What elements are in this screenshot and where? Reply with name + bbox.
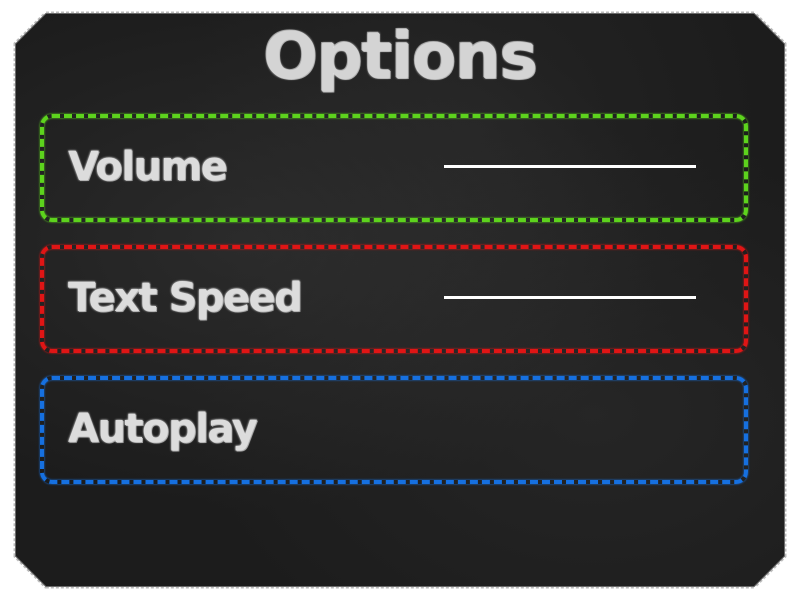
- volume-label: Volume: [68, 144, 228, 190]
- option-row-autoplay[interactable]: Autoplay: [40, 376, 748, 484]
- volume-slider[interactable]: [444, 162, 696, 172]
- text-speed-slider[interactable]: [444, 293, 696, 303]
- options-title: Options: [263, 20, 537, 94]
- text-speed-label: Text Speed: [68, 275, 303, 321]
- options-screen: Options Volume Text Speed Autoplay: [0, 0, 800, 600]
- volume-slider-track[interactable]: [444, 165, 696, 168]
- option-row-volume[interactable]: Volume: [40, 114, 748, 222]
- autoplay-label: Autoplay: [68, 406, 258, 452]
- option-row-text-speed[interactable]: Text Speed: [40, 245, 748, 353]
- text-speed-slider-track[interactable]: [444, 296, 696, 299]
